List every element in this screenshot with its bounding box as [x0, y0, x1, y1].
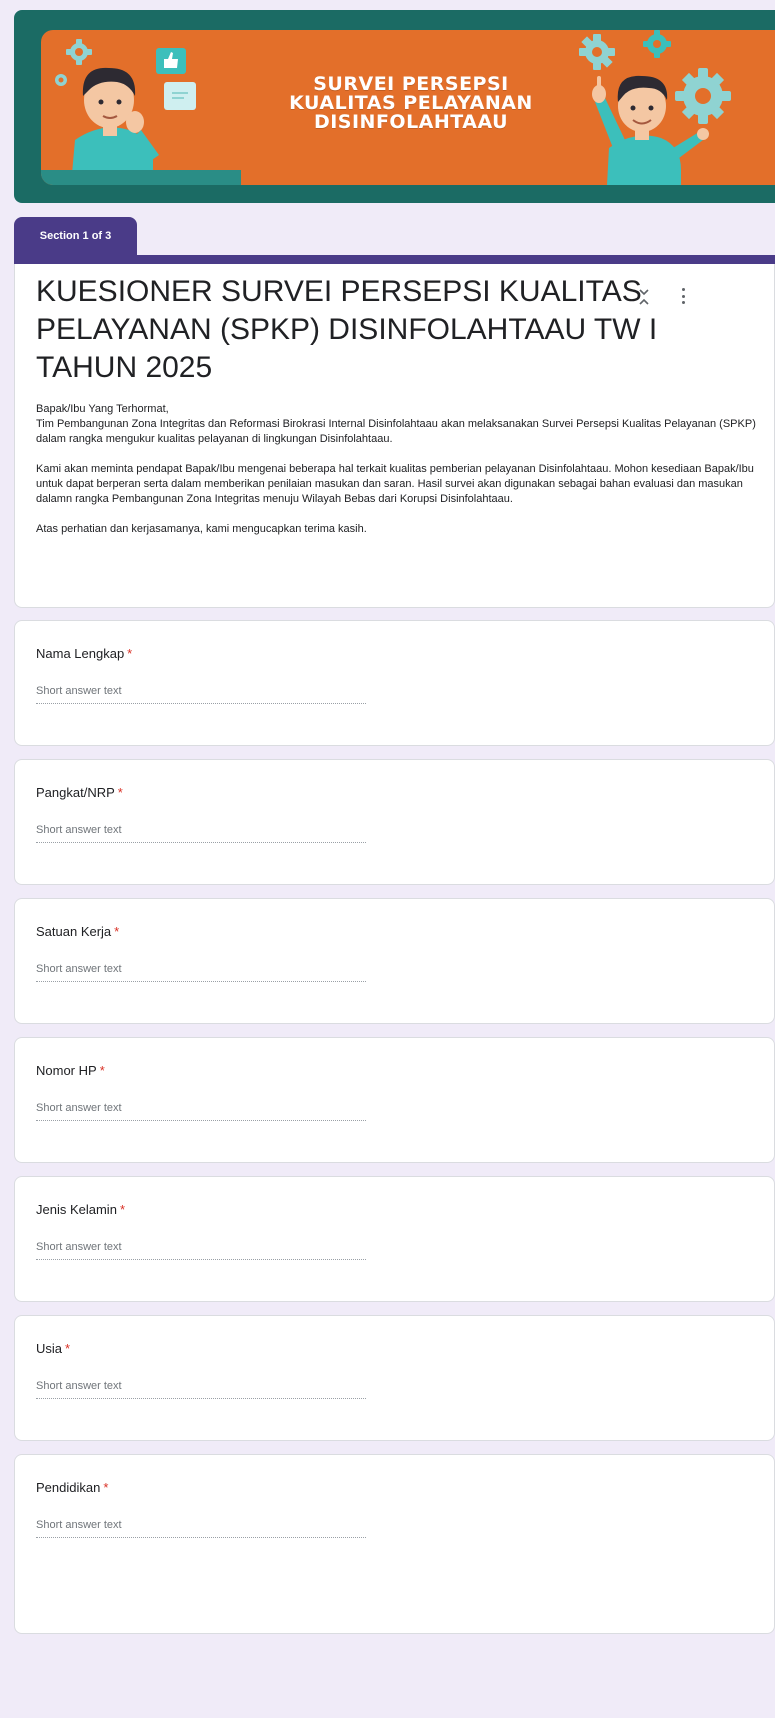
- idea-person-illustration: [579, 30, 731, 185]
- short-answer-input[interactable]: Short answer text: [36, 1238, 366, 1260]
- question-label: Nomor HP *: [36, 1063, 105, 1078]
- question-card-jenis-kelamin: Jenis Kelamin * Short answer text: [14, 1176, 775, 1302]
- question-label: Usia *: [36, 1341, 71, 1356]
- question-card-pendidikan: Pendidikan * Short answer text: [14, 1454, 775, 1634]
- section-accent-bar: [14, 255, 775, 264]
- banner-title: SURVEI PERSEPSI KUALITAS PELAYANAN DISIN…: [289, 73, 533, 133]
- question-card-nomor-hp: Nomor HP * Short answer text: [14, 1037, 775, 1163]
- header-banner: SURVEI PERSEPSI KUALITAS PELAYANAN DISIN…: [14, 10, 775, 203]
- short-answer-input[interactable]: Short answer text: [36, 1377, 366, 1399]
- short-answer-input[interactable]: Short answer text: [36, 682, 366, 704]
- thinking-person-illustration: [41, 39, 241, 185]
- required-asterisk: *: [127, 646, 133, 661]
- question-card-nama-lengkap: Nama Lengkap * Short answer text: [14, 620, 775, 746]
- required-asterisk: *: [99, 1063, 105, 1078]
- question-card-pangkat-nrp: Pangkat/NRP * Short answer text: [14, 759, 775, 885]
- question-label: Pendidikan *: [36, 1480, 109, 1495]
- required-asterisk: *: [117, 785, 123, 800]
- required-asterisk: *: [114, 924, 120, 939]
- short-answer-input[interactable]: Short answer text: [36, 960, 366, 982]
- required-asterisk: *: [103, 1480, 109, 1495]
- section-indicator: Section 1 of 3: [14, 217, 137, 255]
- question-label: Satuan Kerja *: [36, 924, 120, 939]
- short-answer-input[interactable]: Short answer text: [36, 1516, 366, 1538]
- description-closing: Atas perhatian dan kerjasamanya, kami me…: [36, 523, 367, 535]
- more-vert-icon[interactable]: [675, 284, 691, 308]
- short-answer-input[interactable]: Short answer text: [36, 1099, 366, 1121]
- form-description: Bapak/Ibu Yang Terhormat, Tim Pembanguna…: [36, 402, 771, 537]
- question-label: Nama Lengkap *: [36, 646, 133, 661]
- short-answer-input[interactable]: Short answer text: [36, 821, 366, 843]
- question-card-usia: Usia * Short answer text: [14, 1315, 775, 1441]
- form-title-card: KUESIONER SURVEI PERSEPSI KUALITAS PELAY…: [14, 264, 775, 608]
- required-asterisk: *: [65, 1341, 71, 1356]
- required-asterisk: *: [119, 1202, 125, 1217]
- form-title: KUESIONER SURVEI PERSEPSI KUALITAS PELAY…: [36, 275, 658, 384]
- description-paragraph: Tim Pembangunan Zona Integritas dan Refo…: [36, 418, 756, 445]
- banner-image: SURVEI PERSEPSI KUALITAS PELAYANAN DISIN…: [41, 30, 775, 185]
- form-page: SURVEI PERSEPSI KUALITAS PELAYANAN DISIN…: [14, 10, 775, 1634]
- collapse-icon[interactable]: [636, 286, 652, 308]
- description-paragraph: Kami akan meminta pendapat Bapak/Ibu men…: [36, 463, 754, 505]
- question-card-satuan-kerja: Satuan Kerja * Short answer text: [14, 898, 775, 1024]
- description-greeting: Bapak/Ibu Yang Terhormat,: [36, 403, 169, 415]
- question-label: Pangkat/NRP *: [36, 785, 123, 800]
- question-label: Jenis Kelamin *: [36, 1202, 125, 1217]
